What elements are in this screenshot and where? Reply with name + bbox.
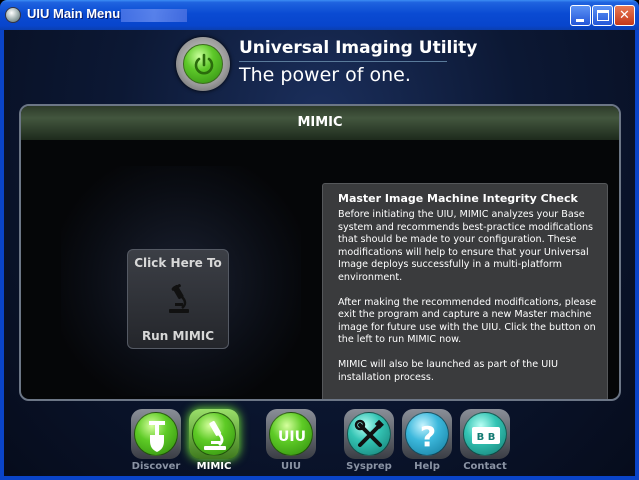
toolbar-button-sysprep[interactable]: Sysprep: [343, 409, 395, 475]
app-client-area: Universal Imaging Utility The power of o…: [4, 30, 635, 476]
info-paragraph: MIMIC will also be launched as part of t…: [338, 359, 559, 383]
close-button[interactable]: ✕: [614, 5, 635, 26]
tagline: The power of one.: [239, 64, 411, 86]
svg-text:UIU: UIU: [278, 429, 306, 445]
power-logo: [176, 37, 230, 91]
maximize-icon: [597, 10, 609, 21]
content-panel: MIMIC Click Here To Run MIMIC Master Ima…: [19, 104, 621, 401]
redacted-title-region: [121, 9, 187, 22]
microscope-icon: [166, 283, 192, 319]
header-divider: [239, 61, 447, 62]
window-frame-bottom: [0, 476, 639, 480]
info-heading: Master Image Machine Integrity Check: [338, 192, 578, 205]
title-bar[interactable]: UIU Main Menu ✕: [0, 0, 639, 30]
run-mimic-button[interactable]: Click Here To Run MIMIC: [127, 249, 229, 349]
microscope-icon: [192, 412, 236, 456]
close-icon: ✕: [619, 8, 630, 23]
app-name: Universal Imaging Utility: [239, 38, 478, 58]
toolbar-label: Contact: [463, 461, 507, 472]
svg-text:B B: B B: [477, 432, 496, 443]
contact-card-icon: B B: [463, 412, 507, 456]
window-frame-right: [635, 30, 639, 480]
uiu-logo-icon: UIU: [269, 412, 313, 456]
toolbar-button-discover[interactable]: Discover: [130, 409, 182, 475]
info-box: Master Image Machine Integrity Check Bef…: [322, 183, 608, 399]
info-paragraph: Before initiating the UIU, MIMIC analyze…: [338, 209, 594, 283]
maximize-button[interactable]: [592, 5, 613, 26]
panel-title: MIMIC: [297, 115, 343, 130]
shovel-icon: [134, 412, 178, 456]
svg-text:?: ?: [420, 420, 436, 453]
toolbar-label: MIMIC: [196, 461, 232, 472]
run-button-bottom-label: Run MIMIC: [141, 329, 215, 343]
toolbar-button-mimic[interactable]: MIMIC: [188, 409, 240, 475]
run-button-top-label: Click Here To: [134, 256, 222, 270]
question-mark-icon: ?: [405, 412, 449, 456]
tools-icon: [347, 412, 391, 456]
minimize-icon: [576, 19, 584, 22]
toolbar-button-help[interactable]: ? Help: [401, 409, 453, 475]
panel-header: MIMIC: [21, 106, 619, 140]
info-paragraph: After making the recommended modificatio…: [338, 296, 597, 346]
window-title: UIU Main Menu: [27, 6, 121, 21]
app-icon[interactable]: [5, 7, 21, 23]
toolbar-button-contact[interactable]: B B Contact: [459, 409, 511, 475]
minimize-button[interactable]: [570, 5, 591, 26]
bottom-toolbar: Discover MIMIC UIU UIU Sysprep ? Help B …: [4, 405, 635, 476]
toolbar-label: UIU: [281, 461, 301, 472]
power-icon: [183, 44, 223, 84]
toolbar-button-uiu[interactable]: UIU UIU: [265, 409, 317, 475]
